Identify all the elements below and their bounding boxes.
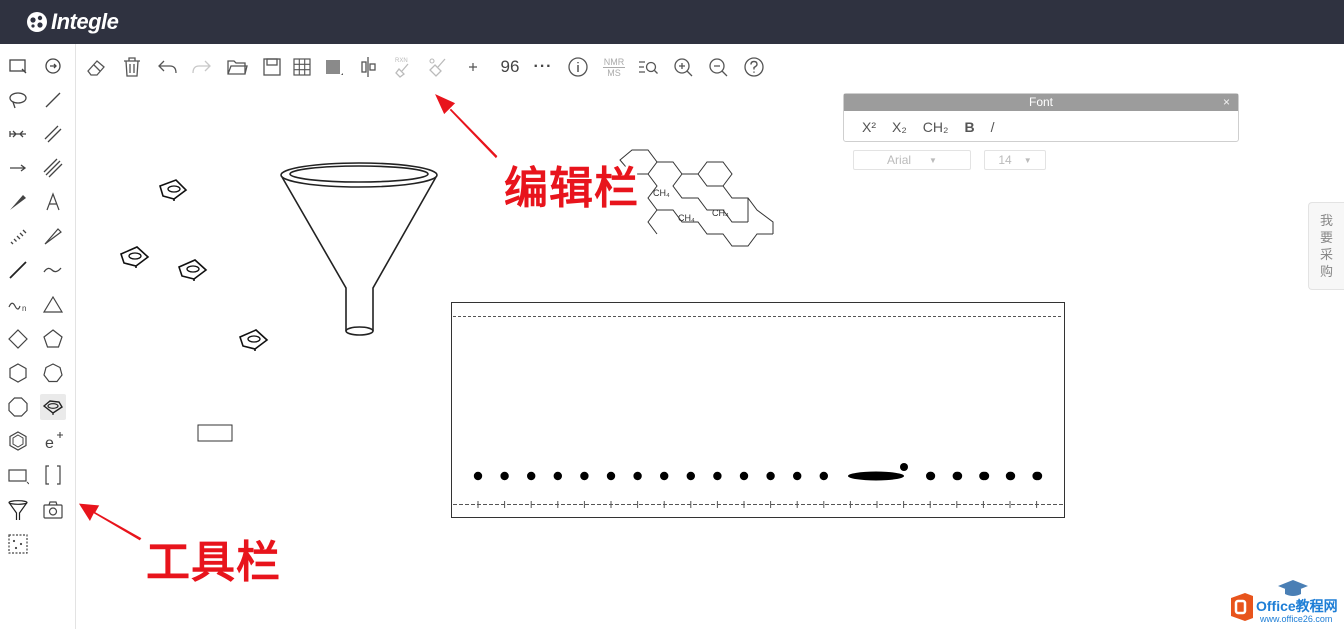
edit-bar-annotation: 编辑栏	[504, 164, 639, 213]
annotation-arrow	[432, 91, 499, 160]
tool-bar-annotation: 工具栏	[146, 538, 281, 587]
annotation-arrow	[77, 502, 143, 542]
tlc-spot	[527, 471, 536, 481]
tlc-plate-shape	[451, 302, 1065, 518]
tlc-spot	[633, 471, 642, 481]
tlc-spot	[900, 463, 908, 471]
tlc-spot	[1033, 471, 1043, 481]
office-logo-icon	[1231, 593, 1253, 621]
tlc-spot	[953, 471, 963, 481]
tlc-spot	[473, 471, 483, 481]
ch4-label: CH₄	[712, 208, 729, 218]
tlc-spot	[606, 471, 616, 481]
watermark-text: Office教程网	[1256, 598, 1338, 614]
ch4-label: CH₄	[653, 188, 670, 198]
tlc-spot	[926, 471, 936, 481]
watermark-url: www.office26.com	[1260, 614, 1333, 624]
cyclopentadienyl-shape	[120, 246, 150, 268]
office-watermark: Office教程网 www.office26.com	[1226, 578, 1344, 629]
tlc-spot	[739, 471, 749, 481]
tlc-spot	[819, 471, 828, 481]
cyclopentadienyl-shape	[178, 259, 208, 281]
rectangle-shape	[197, 424, 233, 442]
tlc-spot	[500, 471, 509, 481]
tlc-spot	[980, 471, 990, 481]
molecule-structure	[619, 149, 774, 247]
tlc-spot	[766, 471, 775, 481]
tlc-spot	[713, 471, 722, 481]
tlc-spot	[1006, 471, 1016, 481]
ch4-label: CH₄	[678, 213, 695, 223]
graduation-cap-icon	[1278, 580, 1308, 596]
tlc-spot	[553, 471, 562, 481]
tlc-spot	[580, 471, 589, 481]
tlc-spot	[686, 471, 695, 481]
cyclopentadienyl-shape	[159, 179, 188, 201]
tlc-spot	[793, 471, 802, 481]
tlc-smear-spot	[848, 471, 904, 481]
funnel-shape	[280, 162, 438, 336]
tlc-spot	[660, 471, 669, 481]
cyclopentadienyl-shape	[239, 329, 269, 351]
